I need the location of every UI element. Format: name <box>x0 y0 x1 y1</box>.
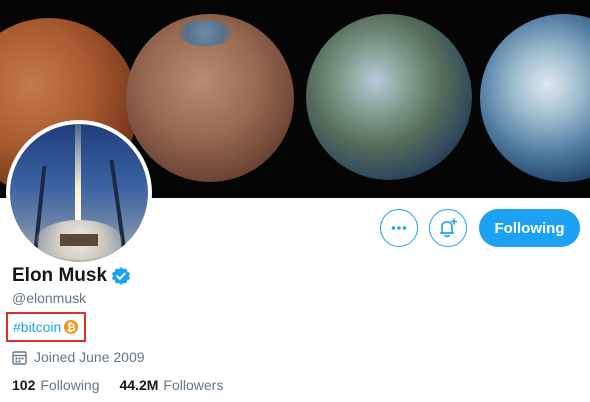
followers-count: 44.2M <box>119 377 159 393</box>
following-label: Following <box>40 377 100 393</box>
bio-hashtag-link[interactable]: #bitcoin <box>13 319 61 335</box>
profile-handle: @elonmusk <box>12 290 87 306</box>
avatar[interactable] <box>6 120 152 266</box>
more-options-button[interactable] <box>380 209 418 247</box>
followers-stat-link[interactable]: 44.2M Followers <box>120 377 224 393</box>
following-button[interactable]: Following <box>479 209 580 247</box>
following-count: 102 <box>12 377 36 393</box>
followers-label: Followers <box>163 377 224 393</box>
notifications-button[interactable] <box>429 209 467 247</box>
bio-highlight-box: #bitcoin ₿ <box>6 312 86 342</box>
profile-name-row: Elon Musk <box>12 265 131 287</box>
banner-planet-terraforming <box>126 14 294 182</box>
bitcoin-icon: ₿ <box>64 320 79 334</box>
joined-date-row: Joined June 2009 <box>12 349 145 365</box>
bell-plus-icon <box>439 218 458 238</box>
joined-date-text: Joined June 2009 <box>34 349 145 365</box>
verified-badge-icon <box>111 266 131 286</box>
profile-stats: 102 Following 44.2M Followers <box>12 377 243 393</box>
avatar-image <box>10 124 148 262</box>
more-horizontal-icon <box>391 226 407 230</box>
banner-planet-earthlike <box>480 14 590 182</box>
calendar-icon <box>12 350 27 365</box>
profile-name: Elon Musk <box>12 265 108 286</box>
following-stat-link[interactable]: 102 Following <box>12 377 100 393</box>
banner-planet-terraformed <box>306 14 472 180</box>
